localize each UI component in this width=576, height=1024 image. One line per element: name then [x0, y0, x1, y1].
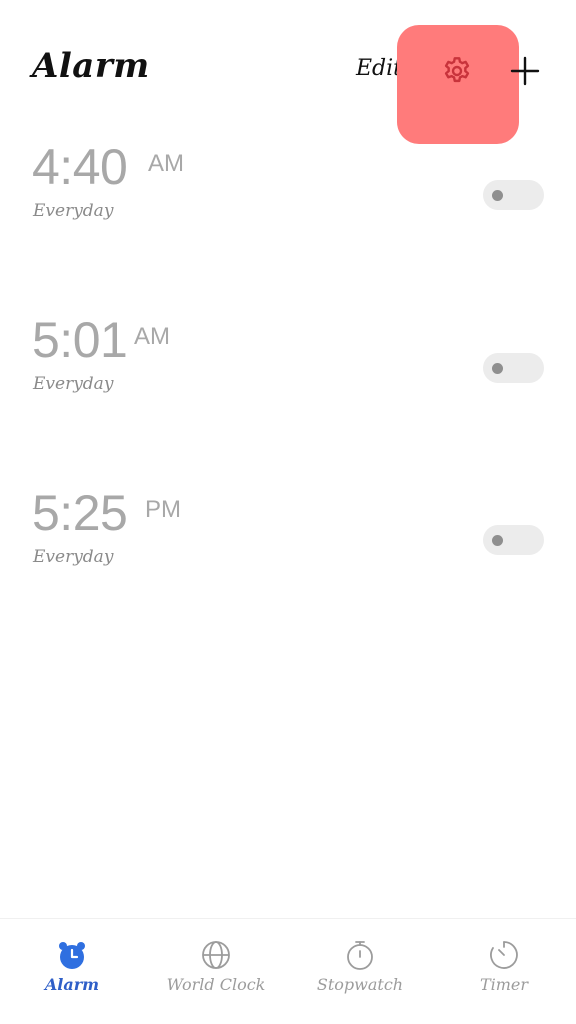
alarm-item[interactable]: 5:25 PM Everyday: [0, 484, 576, 594]
page-title: Alarm: [32, 46, 150, 86]
tab-alarm[interactable]: Alarm: [0, 919, 144, 1024]
alarm-repeat: Everyday: [33, 547, 114, 567]
alarm-period: AM: [134, 323, 170, 350]
edit-button[interactable]: Edit: [356, 56, 402, 81]
toggle-knob: [492, 190, 503, 201]
alarm-time: 5:01: [32, 312, 128, 368]
tab-timer[interactable]: Timer: [432, 919, 576, 1024]
alarm-time: 4:40: [32, 139, 128, 195]
tab-stopwatch[interactable]: Stopwatch: [288, 919, 432, 1024]
tab-world-clock[interactable]: World Clock: [144, 919, 288, 1024]
plus-icon[interactable]: [509, 55, 541, 87]
alarm-period: PM: [145, 496, 181, 523]
globe-icon: [202, 941, 230, 969]
tab-label: Stopwatch: [316, 975, 404, 994]
alarm-time: 5:25: [32, 485, 128, 541]
bottom-nav: Alarm World Clock Stopwatch Timer: [0, 918, 576, 1024]
alarm-item[interactable]: 5:01 AM Everyday: [0, 311, 576, 421]
tab-label: Timer: [479, 975, 529, 994]
alarm-repeat: Everyday: [33, 374, 114, 394]
toggle-knob: [492, 535, 503, 546]
alarm-repeat: Everyday: [33, 201, 114, 221]
tab-label: Alarm: [44, 975, 100, 994]
alarm-toggle[interactable]: [483, 180, 544, 210]
stopwatch-icon: [347, 941, 373, 970]
alarm-screen: Alarm Edit 4:40 AM Everyday 5:01 AM Ever…: [0, 0, 576, 1024]
gear-icon[interactable]: [441, 55, 473, 87]
alarm-period: AM: [148, 150, 184, 177]
tab-label: World Clock: [166, 975, 266, 994]
alarm-toggle[interactable]: [483, 353, 544, 383]
alarm-clock-icon: [59, 942, 85, 969]
alarm-toggle[interactable]: [483, 525, 544, 555]
timer-icon: [490, 941, 518, 969]
toggle-knob: [492, 363, 503, 374]
alarm-item[interactable]: 4:40 AM Everyday: [0, 138, 576, 248]
